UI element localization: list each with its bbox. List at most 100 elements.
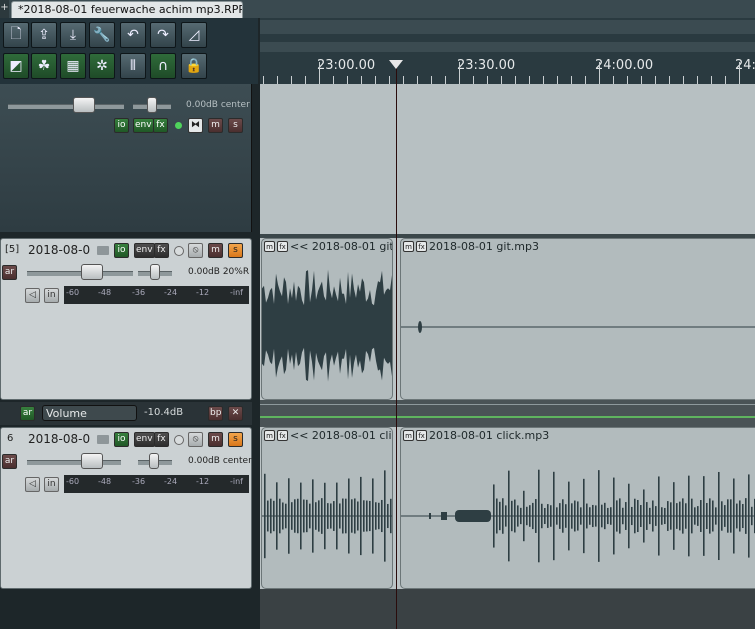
envelope-bypass-button[interactable]: bp	[208, 406, 224, 421]
mute-button[interactable]: m	[208, 118, 223, 133]
volume-envelope-lane[interactable]	[260, 400, 755, 427]
envelope-guide	[260, 404, 755, 405]
record-arm-button[interactable]: ar	[2, 454, 17, 469]
track-panel-6[interactable]: 6 2018-08-01 c io env fx ⦸ m s ar 0.00dB…	[0, 427, 252, 589]
close-icon: ✕	[231, 408, 240, 418]
ripple-edit-button[interactable]: ☘	[31, 53, 57, 79]
env-button[interactable]: env	[134, 243, 155, 258]
io-button[interactable]: io	[114, 243, 129, 258]
region-lane	[260, 20, 755, 34]
empty-arrange-area[interactable]	[260, 589, 755, 629]
undo-icon: ↶	[127, 27, 139, 43]
solo-button[interactable]: s	[228, 432, 243, 447]
loop-icon: ∩	[157, 58, 169, 74]
ripple-icon: ☘	[37, 58, 51, 74]
envelope-arm-button[interactable]: ar	[20, 406, 35, 421]
save-project-button[interactable]: ⤓	[60, 22, 86, 48]
volume-fader-knob[interactable]	[73, 97, 95, 113]
media-item[interactable]: m fx 2018-08-01 click.mp3	[400, 427, 755, 589]
fx-bypass-led[interactable]	[174, 435, 184, 445]
solo-button[interactable]: s	[228, 118, 243, 133]
ruler-label: 24:00.00	[595, 58, 654, 73]
loop-button[interactable]: ∩	[150, 53, 176, 79]
volume-readout: 0.00dB center	[188, 456, 252, 466]
phase-icon: ⦸	[192, 434, 199, 444]
edit-cursor-marker[interactable]	[389, 60, 403, 69]
metronome-button[interactable]: ◿	[181, 22, 207, 48]
project-tab[interactable]: *2018-08-01 feuerwache achim mp3.RPP	[11, 1, 243, 18]
waveform	[401, 321, 755, 333]
envelope-value: -10.4dB	[144, 407, 184, 418]
redo-button[interactable]: ↷	[150, 22, 176, 48]
track-name[interactable]: 2018-08-01 g	[28, 243, 90, 257]
fx-button[interactable]: fx	[154, 243, 169, 258]
fx-button[interactable]: fx	[153, 118, 168, 133]
media-item[interactable]: m fx << 2018-08-01 git....	[261, 238, 393, 400]
mute-button[interactable]: m	[208, 432, 223, 447]
envelope-hide-button[interactable]: ✕	[228, 406, 243, 421]
phase-button[interactable]: ⦸	[188, 432, 203, 447]
fx-active-led	[175, 122, 182, 129]
grid-icon: ▦	[66, 58, 80, 74]
add-tab-button[interactable]: +	[0, 0, 9, 18]
media-item[interactable]: m fx << 2018-08-01 clic...	[261, 427, 393, 589]
level-meter: -60 -48 -36 -24 -12 -inf	[64, 286, 249, 304]
volume-fader-knob[interactable]	[81, 453, 103, 469]
envelope-name-field[interactable]: Volume	[42, 405, 137, 421]
volume-envelope-line[interactable]	[260, 416, 755, 418]
tcp-arrange-splitter[interactable]	[252, 84, 260, 629]
open-project-button[interactable]: ⇪	[31, 22, 57, 48]
record-arm-button[interactable]: ar	[2, 265, 17, 280]
envelope-lane-panel[interactable]: ar Volume -10.4dB bp ✕	[0, 402, 252, 425]
track-name[interactable]: 2018-08-01 c	[28, 432, 90, 446]
input-button[interactable]: in	[44, 288, 59, 303]
track-panel-1[interactable]: 0.00dB center io env fx ⧓ m s	[0, 84, 252, 232]
env-button[interactable]: env	[133, 118, 154, 133]
io-button[interactable]: io	[114, 432, 129, 447]
track-lane-6[interactable]: m fx << 2018-08-01 clic... m fx 2018-08-…	[260, 427, 755, 589]
folder-icon[interactable]	[97, 435, 109, 444]
solo-button[interactable]: s	[228, 243, 243, 258]
project-settings-button[interactable]: 🔧	[89, 22, 115, 48]
media-item[interactable]: m fx 2018-08-01 git.mp3	[400, 238, 755, 400]
pan-fader-knob[interactable]	[149, 453, 159, 469]
track-number: 6	[7, 433, 14, 444]
input-button[interactable]: in	[44, 477, 59, 492]
mute-button[interactable]: m	[208, 243, 223, 258]
volume-readout: 0.00dB 20%R	[188, 267, 250, 277]
envelope-points-button[interactable]: ✲	[89, 53, 115, 79]
record-monitor-button[interactable]: ◁	[25, 477, 40, 492]
pan-fader-knob[interactable]	[147, 97, 157, 113]
io-button[interactable]: io	[114, 118, 129, 133]
pan-fader-knob[interactable]	[150, 264, 160, 280]
volume-fader-track	[27, 460, 121, 465]
phase-button[interactable]: ⧓	[188, 118, 203, 133]
phase-button[interactable]: ⦸	[188, 243, 203, 258]
undo-button[interactable]: ↶	[120, 22, 146, 48]
lock-button[interactable]: 🔒	[181, 53, 207, 79]
new-project-button[interactable]: 🗋	[3, 22, 29, 48]
lock-icon: 🔒	[185, 58, 203, 74]
free-item-positioning-button[interactable]: ⦀	[120, 53, 146, 79]
waveform	[262, 269, 392, 382]
track-lane-5[interactable]: m fx << 2018-08-01 git.... m fx 2018-08-…	[260, 238, 755, 400]
fx-button[interactable]: fx	[154, 432, 169, 447]
wrench-icon: 🔧	[93, 27, 111, 43]
speaker-icon: ◁	[29, 290, 36, 300]
edit-cursor[interactable]	[396, 66, 397, 629]
track-lane-1[interactable]	[260, 84, 755, 234]
env-button[interactable]: env	[134, 432, 155, 447]
timeline-ruler[interactable]: 23:00.00 23:30.00 24:00.00 24:	[260, 18, 755, 84]
grid-snap-button[interactable]: ◩	[3, 53, 29, 79]
record-monitor-button[interactable]: ◁	[25, 288, 40, 303]
level-meter: -60 -48 -36 -24 -12 -inf	[64, 475, 249, 493]
folder-icon[interactable]	[97, 246, 109, 255]
phase-icon: ⦸	[192, 245, 199, 255]
grid-button[interactable]: ▦	[60, 53, 86, 79]
volume-fader-knob[interactable]	[81, 264, 103, 280]
grid-snap-icon: ◩	[9, 58, 23, 74]
volume-fader-track	[27, 271, 133, 276]
metronome-icon: ◿	[188, 27, 200, 43]
track-panel-5[interactable]: [5] 2018-08-01 g io env fx ⦸ m s ar 0.00…	[0, 238, 252, 400]
fx-bypass-led[interactable]	[174, 246, 184, 256]
